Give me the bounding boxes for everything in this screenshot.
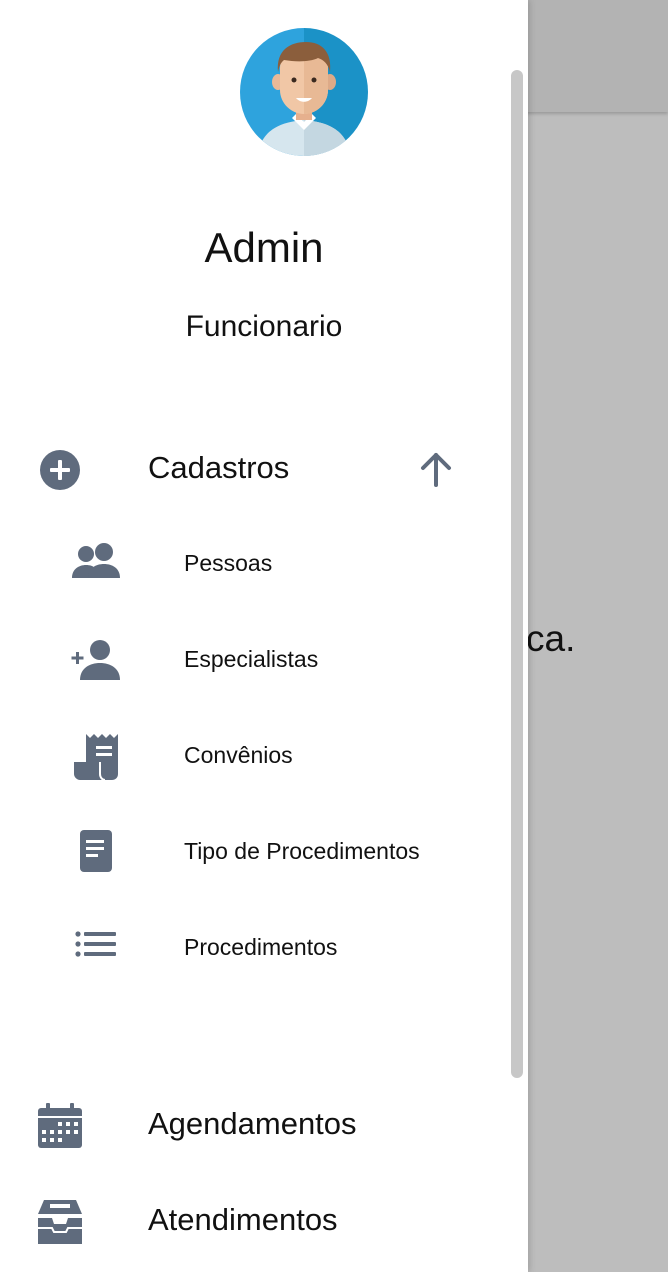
add-circle-icon <box>38 448 82 492</box>
arrow-up-icon[interactable] <box>414 448 458 492</box>
avatar-icon <box>240 28 368 156</box>
sidebar-item-label: Atendimentos <box>148 1202 338 1237</box>
menu-section-label: Cadastros <box>148 450 290 485</box>
sidebar-item-procedimentos[interactable]: Procedimentos <box>0 908 500 988</box>
sidebar-item-label: Convênios <box>184 742 293 768</box>
sidebar-item-especialistas[interactable]: Especialistas <box>0 620 500 700</box>
sidebar-item-atendimentos[interactable]: Atendimentos <box>0 1178 500 1264</box>
sidebar-item-label: Agendamentos <box>148 1106 357 1141</box>
sidebar-item-pessoas[interactable]: Pessoas <box>0 524 500 604</box>
user-role: Funcionario <box>185 310 343 343</box>
sidebar-item-agendamentos[interactable]: Agendamentos <box>0 1082 500 1168</box>
people-icon <box>70 540 122 590</box>
menu-section-cadastros[interactable]: Cadastros <box>0 438 500 502</box>
user-name: Admin <box>204 224 324 271</box>
sidebar-item-label: Especialistas <box>184 646 319 672</box>
background-partial-text: ca. <box>526 618 576 659</box>
sidebar-item-convenios[interactable]: Convênios <box>0 716 500 796</box>
sidebar-item-label: Tipo de Procedimentos <box>184 838 420 864</box>
user-avatar[interactable] <box>240 28 368 156</box>
receipt-icon <box>70 732 122 782</box>
person-add-icon <box>70 636 122 686</box>
sidebar-item-label: Pessoas <box>184 550 273 576</box>
sidebar-item-label: Procedimentos <box>184 934 338 960</box>
sidebar-item-tipo-de-procedimentos[interactable]: Tipo de Procedimentos <box>0 812 500 892</box>
document-icon <box>70 828 122 878</box>
calendar-icon <box>36 1102 84 1150</box>
drawer-scrollbar[interactable] <box>511 70 523 1078</box>
navigation-drawer: Admin Funcionario Cadastros Pessoas Espe… <box>0 0 528 1272</box>
list-icon <box>70 924 122 974</box>
inbox-icon <box>36 1198 84 1246</box>
